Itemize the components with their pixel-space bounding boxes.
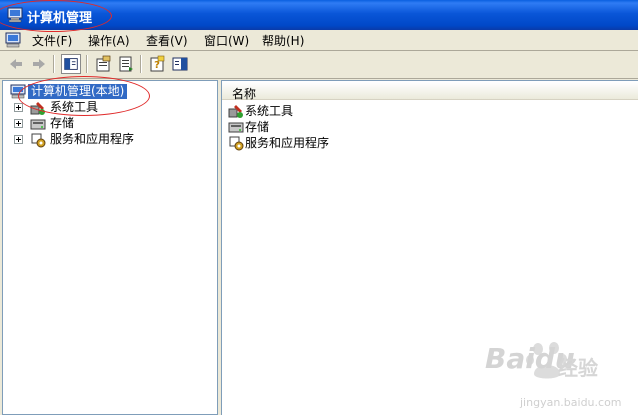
column-header-name[interactable] xyxy=(222,82,638,100)
storage-icon xyxy=(30,119,46,130)
list-item-storage[interactable]: 存储 xyxy=(245,120,269,134)
system-menu-icon[interactable] xyxy=(5,32,21,48)
services-applications-icon xyxy=(31,133,46,148)
column-header-label: 名称 xyxy=(232,87,257,101)
watermark-url: jingyan.baidu.com xyxy=(520,396,622,409)
list-item-system-tools[interactable]: 系统工具 xyxy=(245,104,293,118)
list-item-services-applications[interactable]: 服务和应用程序 xyxy=(245,136,329,150)
menu-action[interactable]: 操作(A) xyxy=(88,32,130,49)
expand-storage-icon[interactable] xyxy=(14,119,23,128)
forward-arrow-icon[interactable] xyxy=(29,54,49,74)
show-hide-action-pane-icon[interactable] xyxy=(170,54,190,74)
menu-window[interactable]: 窗口(W) xyxy=(204,32,249,49)
expand-services-apps-icon[interactable] xyxy=(14,135,23,144)
properties-icon[interactable] xyxy=(93,54,113,74)
annotation-circle-tree-root xyxy=(18,76,150,116)
tree-item-services-applications[interactable]: 服务和应用程序 xyxy=(50,132,134,146)
watermark-cn: 经验 xyxy=(558,356,598,380)
toolbar-separator xyxy=(140,55,142,73)
services-applications-icon xyxy=(229,136,244,151)
svg-text:?: ? xyxy=(154,60,160,71)
back-arrow-icon[interactable] xyxy=(6,54,26,74)
menu-file[interactable]: 文件(F) xyxy=(32,32,72,49)
tree-item-storage[interactable]: 存储 xyxy=(50,116,74,130)
storage-icon xyxy=(228,122,244,133)
system-tools-icon xyxy=(228,105,243,118)
show-hide-tree-icon[interactable] xyxy=(61,54,81,74)
help-icon[interactable]: ? xyxy=(147,54,167,74)
menu-view[interactable]: 查看(V) xyxy=(146,32,188,49)
menu-help[interactable]: 帮助(H) xyxy=(262,32,304,49)
expand-system-tools-icon[interactable] xyxy=(14,103,23,112)
toolbar-separator xyxy=(86,55,88,73)
export-list-icon[interactable] xyxy=(116,54,136,74)
toolbar-separator xyxy=(53,55,55,73)
